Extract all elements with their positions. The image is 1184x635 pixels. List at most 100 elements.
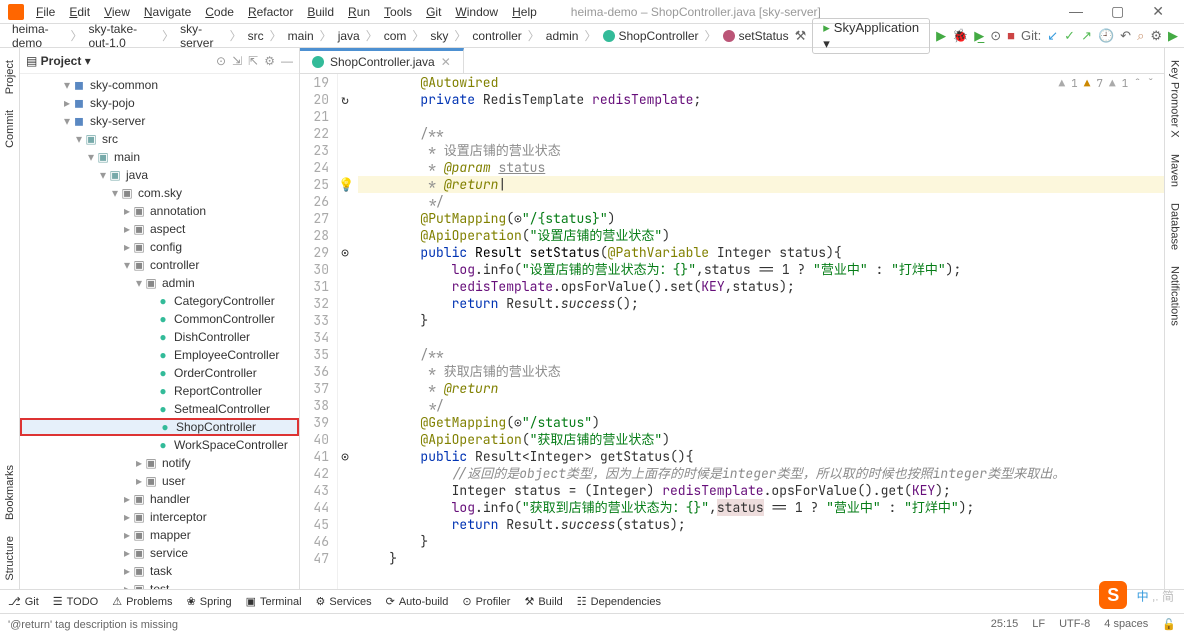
tree-node[interactable]: ▸test: [20, 580, 299, 589]
tree-node[interactable]: ShopController: [20, 418, 299, 436]
breadcrumb-seg[interactable]: sky: [424, 27, 454, 45]
coverage-icon[interactable]: ▶̲: [974, 28, 984, 44]
profile-icon[interactable]: ⊙: [990, 28, 1001, 44]
tree-node[interactable]: SetmealController: [20, 400, 299, 418]
search-icon[interactable]: ⌕: [1137, 28, 1144, 44]
tree-node[interactable]: ▾java: [20, 166, 299, 184]
menu-tools[interactable]: Tools: [378, 3, 418, 21]
git-push-icon[interactable]: ↗: [1081, 28, 1092, 44]
breadcrumb-seg[interactable]: heima-demo: [6, 20, 70, 52]
tree-node[interactable]: ▸notify: [20, 454, 299, 472]
tree-node[interactable]: EmployeeController: [20, 346, 299, 364]
tree-node[interactable]: ▾sky-server: [20, 112, 299, 130]
tree-node[interactable]: ▾com.sky: [20, 184, 299, 202]
code-editor[interactable]: 1920212223242526272829303132333435363738…: [300, 74, 1164, 589]
menu-window[interactable]: Window: [449, 3, 504, 21]
tool-maven[interactable]: Maven: [1169, 146, 1181, 195]
tool-database[interactable]: Database: [1169, 195, 1181, 258]
menu-run[interactable]: Run: [342, 3, 376, 21]
tree-node[interactable]: ▸sky-pojo: [20, 94, 299, 112]
tree-node[interactable]: ▾main: [20, 148, 299, 166]
breadcrumb-seg[interactable]: ShopController: [597, 27, 705, 45]
git-history-icon[interactable]: 🕘: [1098, 28, 1114, 44]
tool-notifications[interactable]: Notifications: [1169, 258, 1181, 334]
tree-node[interactable]: ▸handler: [20, 490, 299, 508]
tree-node[interactable]: ReportController: [20, 382, 299, 400]
tree-node[interactable]: ▸config: [20, 238, 299, 256]
project-tree[interactable]: ▾sky-common▸sky-pojo▾sky-server▾src▾main…: [20, 74, 299, 589]
breadcrumb-seg[interactable]: admin: [540, 27, 585, 45]
select-opened-file-icon[interactable]: ⊙: [216, 54, 226, 68]
tool-problems[interactable]: ⚠Problems: [112, 595, 172, 608]
tool-commit[interactable]: Commit: [4, 102, 16, 156]
tree-node[interactable]: ▸interceptor: [20, 508, 299, 526]
menu-help[interactable]: Help: [506, 3, 543, 21]
settings-icon[interactable]: ⚙: [264, 54, 275, 68]
expand-all-icon[interactable]: ⇲: [232, 54, 242, 68]
tree-node[interactable]: CommonController: [20, 310, 299, 328]
breadcrumb-seg[interactable]: controller: [466, 27, 527, 45]
tree-node[interactable]: ▾src: [20, 130, 299, 148]
settings-icon[interactable]: ⚙: [1150, 28, 1162, 44]
menu-refactor[interactable]: Refactor: [242, 3, 299, 21]
tool-git[interactable]: ⎇Git: [8, 595, 39, 608]
indent-setting[interactable]: 4 spaces: [1104, 618, 1148, 631]
cursor-position[interactable]: 25:15: [991, 618, 1019, 631]
stop-icon[interactable]: ■: [1007, 28, 1015, 43]
menu-file[interactable]: File: [30, 3, 61, 21]
tool-structure[interactable]: Structure: [4, 528, 16, 589]
tree-node[interactable]: ▸aspect: [20, 220, 299, 238]
tree-node[interactable]: ▸task: [20, 562, 299, 580]
menu-view[interactable]: View: [98, 3, 136, 21]
tree-node[interactable]: ▾sky-common: [20, 76, 299, 94]
tool-profiler[interactable]: ⊙Profiler: [462, 595, 510, 608]
breadcrumb-seg[interactable]: setStatus: [717, 27, 795, 45]
menu-build[interactable]: Build: [301, 3, 340, 21]
menu-navigate[interactable]: Navigate: [138, 3, 197, 21]
collapse-all-icon[interactable]: ⇱: [248, 54, 258, 68]
git-rollback-icon[interactable]: ↶: [1120, 28, 1131, 44]
breadcrumb-seg[interactable]: java: [332, 27, 366, 45]
breadcrumb-seg[interactable]: main: [282, 27, 320, 45]
tool-project[interactable]: Project: [4, 52, 16, 102]
breadcrumb-seg[interactable]: com: [378, 27, 413, 45]
breadcrumb-seg[interactable]: src: [242, 27, 270, 45]
hammer-icon[interactable]: [795, 28, 807, 44]
tool-terminal[interactable]: ▣Terminal: [246, 595, 302, 608]
debug-icon[interactable]: 🐞: [952, 28, 968, 44]
tool-todo[interactable]: ☰TODO: [53, 595, 98, 608]
tool-dependencies[interactable]: ☷Dependencies: [577, 595, 661, 608]
git-update-icon[interactable]: ↙: [1047, 28, 1058, 44]
readonly-lock-icon[interactable]: 🔓: [1162, 618, 1176, 631]
breadcrumb-seg[interactable]: sky-server: [174, 20, 230, 52]
tool-spring[interactable]: ❀Spring: [187, 595, 232, 608]
menu-git[interactable]: Git: [420, 3, 447, 21]
tool-keypromoter[interactable]: Key Promoter X: [1169, 52, 1181, 146]
project-view-selector[interactable]: ▤ Project ▾: [26, 54, 91, 68]
play-last-icon[interactable]: ▶: [1168, 28, 1178, 44]
tree-node[interactable]: OrderController: [20, 364, 299, 382]
menu-edit[interactable]: Edit: [63, 3, 96, 21]
tree-node[interactable]: ▸annotation: [20, 202, 299, 220]
tree-node[interactable]: ▾controller: [20, 256, 299, 274]
tree-node[interactable]: ▸user: [20, 472, 299, 490]
gutter-marks[interactable]: ↻ 💡 ⊙ ⊙: [338, 74, 352, 589]
tab-shopcontroller[interactable]: ShopController.java ✕: [300, 48, 464, 73]
run-icon[interactable]: ▶: [936, 28, 946, 44]
tool-auto-build[interactable]: ⟳Auto-build: [386, 595, 449, 608]
close-tab-icon[interactable]: ✕: [441, 55, 451, 69]
tree-node[interactable]: DishController: [20, 328, 299, 346]
git-commit-icon[interactable]: ✓: [1064, 28, 1075, 44]
tree-node[interactable]: ▾admin: [20, 274, 299, 292]
tree-node[interactable]: WorkSpaceController: [20, 436, 299, 454]
menu-code[interactable]: Code: [199, 3, 240, 21]
tree-node[interactable]: CategoryController: [20, 292, 299, 310]
tree-node[interactable]: ▸service: [20, 544, 299, 562]
hide-icon[interactable]: —: [281, 54, 293, 68]
tool-build[interactable]: ⚒Build: [524, 595, 562, 608]
line-separator[interactable]: LF: [1032, 618, 1045, 631]
tree-node[interactable]: ▸mapper: [20, 526, 299, 544]
tool-bookmarks[interactable]: Bookmarks: [4, 457, 16, 528]
breadcrumb-seg[interactable]: sky-take-out-1.0: [82, 20, 162, 52]
tool-services[interactable]: ⚙Services: [316, 595, 372, 608]
